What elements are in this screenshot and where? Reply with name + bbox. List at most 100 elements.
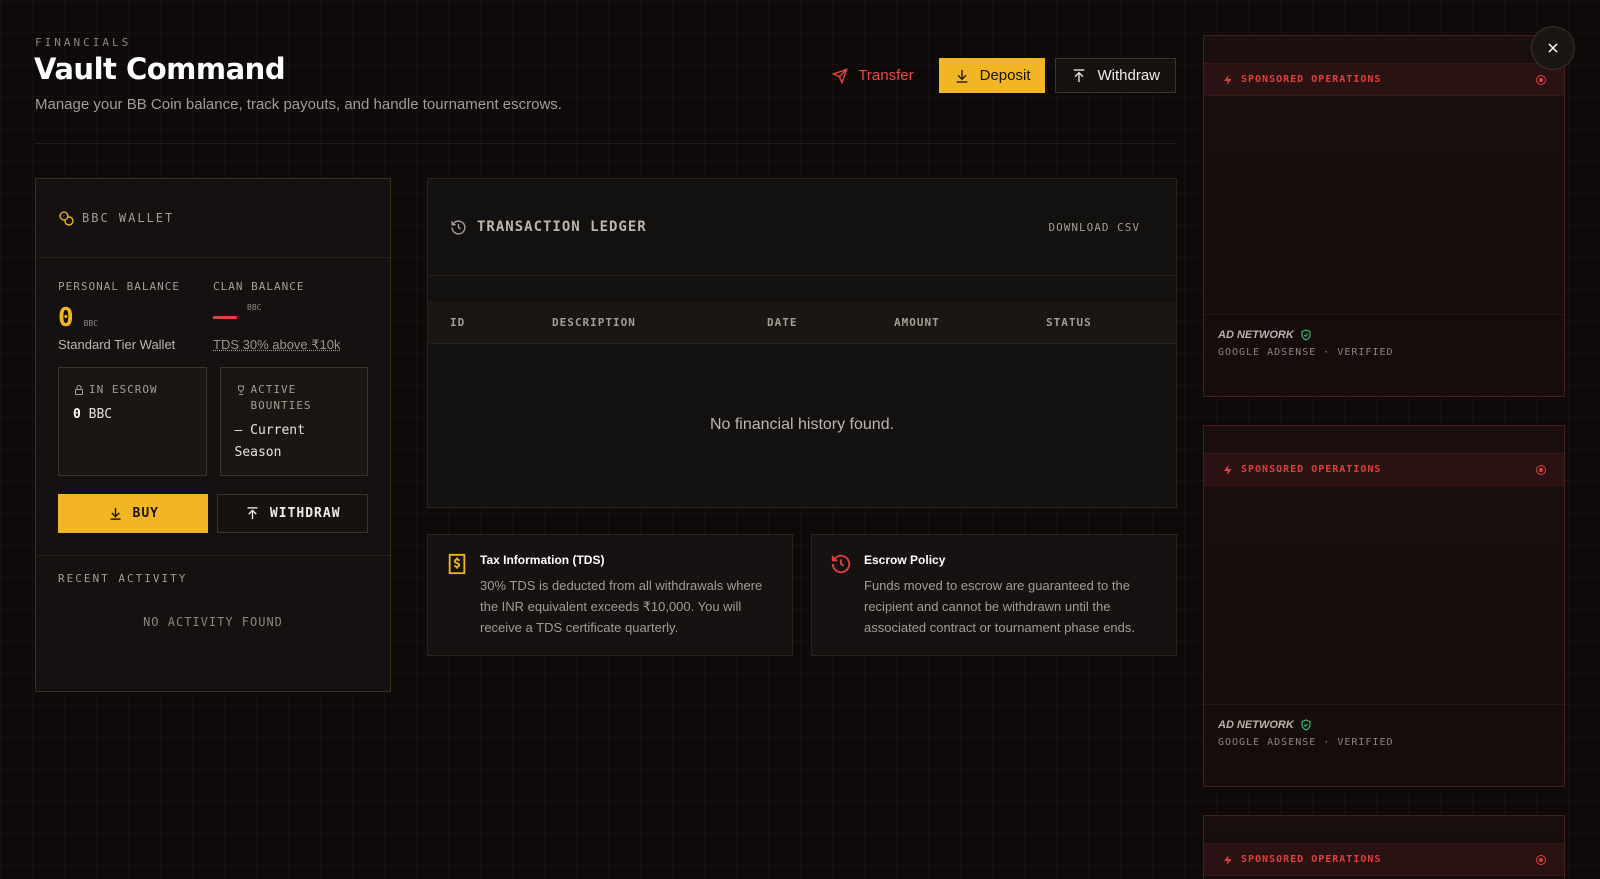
wallet-withdraw-button[interactable]: WITHDRAW [217,494,368,533]
wallet-header: BBC WALLET [36,179,390,258]
sponsored-ad-1[interactable]: SPONSORED OPERATIONS AD NETWORK GOOGLE A… [1203,35,1565,397]
ad-label: SPONSORED OPERATIONS [1241,464,1382,475]
ad-header: SPONSORED OPERATIONS [1204,843,1564,876]
coins-icon [59,211,74,226]
ad-footer: AD NETWORK GOOGLE ADSENSE · VERIFIED [1218,329,1394,358]
wallet-title: BBC WALLET [82,211,175,225]
column-date[interactable]: DATE [767,316,798,329]
wallet-stats: IN ESCROW 0 BBC ACTIVE BOUNTIES — Curren… [36,353,390,476]
bounties-stat-caption: ACTIVE BOUNTIES [235,382,354,414]
close-button[interactable] [1531,26,1575,70]
column-status[interactable]: STATUS [1046,316,1092,329]
escrow-policy-body: Funds moved to escrow are guaranteed to … [864,578,1135,635]
personal-balance: PERSONAL BALANCE 0 BBC Standard Tier Wal… [58,280,213,353]
page-title: Vault Command [34,52,286,86]
sponsored-ad-3[interactable]: SPONSORED OPERATIONS [1203,815,1565,879]
shield-check-icon [1301,329,1311,341]
tax-info-body: 30% TDS is deducted from all withdrawals… [480,578,763,635]
clan-balance-unit: BBC [247,303,262,312]
ad-network: AD NETWORK [1218,719,1294,731]
wallet-tier-note: Standard Tier Wallet [58,337,176,352]
clan-balance: CLAN BALANCE BBC TDS 30% above ₹10k [213,280,368,353]
upload-icon [247,507,258,520]
send-icon [832,67,849,84]
column-description[interactable]: DESCRIPTION [552,316,636,329]
ad-divider [1204,704,1564,705]
trophy-icon [237,385,244,395]
history-icon [831,554,851,574]
download-icon [956,69,967,83]
header-divider [34,143,1176,144]
deposit-button[interactable]: Deposit [938,58,1046,93]
history-icon [451,219,466,235]
withdraw-button[interactable]: Withdraw [1055,58,1176,93]
close-icon [1548,43,1558,53]
ad-network: AD NETWORK [1218,329,1294,341]
wallet-card: BBC WALLET PERSONAL BALANCE 0 BBC Standa… [35,178,391,692]
ledger-empty-state: No financial history found. [709,416,895,433]
recent-activity: RECENT ACTIVITY NO ACTIVITY FOUND [36,556,390,645]
ledger-title: TRANSACTION LEDGER [477,219,647,235]
ledger-table-header: ID DESCRIPTION DATE AMOUNT STATUS [428,302,1176,344]
ad-label: SPONSORED OPERATIONS [1241,74,1382,85]
bounties-stat: ACTIVE BOUNTIES — Current Season [219,367,368,476]
lightning-icon [1224,464,1232,475]
lightning-icon [1224,854,1232,865]
recent-activity-label: RECENT ACTIVITY [58,572,188,585]
column-id[interactable]: ID [450,316,465,329]
escrow-unit: BBC [88,407,113,422]
header-actions: Transfer Deposit Withdraw [817,58,1176,93]
download-icon [110,507,120,520]
column-amount[interactable]: AMOUNT [894,316,940,329]
ad-source: GOOGLE ADSENSE · VERIFIED [1218,347,1394,358]
bounties-label: ACTIVE BOUNTIES [250,383,312,412]
escrow-value-row: 0 BBC [73,404,192,426]
ad-header: SPONSORED OPERATIONS [1204,63,1564,96]
clan-balance-value-row: BBC [213,303,368,331]
balances-row: PERSONAL BALANCE 0 BBC Standard Tier Wal… [36,258,390,353]
shield-check-icon [1301,719,1311,731]
ad-label: SPONSORED OPERATIONS [1241,854,1382,865]
tax-info-card: Tax Information (TDS) 30% TDS is deducte… [427,534,793,656]
tds-note[interactable]: TDS 30% above ₹10k [213,337,368,353]
ledger-header: TRANSACTION LEDGER DOWNLOAD CSV [428,179,1176,276]
buy-label: BUY [132,506,159,521]
transaction-ledger: TRANSACTION LEDGER DOWNLOAD CSV ID DESCR… [427,178,1177,508]
lock-icon [75,385,83,395]
recent-activity-empty: NO ACTIVITY FOUND [143,615,283,629]
clan-balance-dash [213,315,237,319]
escrow-stat: IN ESCROW 0 BBC [58,367,207,476]
wallet-buttons: BUY WITHDRAW [36,476,390,556]
personal-balance-value: 0 [58,303,74,333]
escrow-value: 0 [73,407,81,422]
ad-network-row: AD NETWORK [1218,719,1394,731]
upload-icon [1074,68,1085,82]
ledger-title-group: TRANSACTION LEDGER [450,219,647,236]
escrow-label: IN ESCROW [89,383,158,396]
escrow-policy-card: Escrow Policy Funds moved to escrow are … [811,534,1177,656]
wallet-withdraw-label: WITHDRAW [269,506,341,521]
transfer-label: Transfer [858,67,914,84]
receipt-dollar-icon [448,553,466,575]
download-csv-button[interactable]: DOWNLOAD CSV [1049,221,1140,234]
ad-status-icon [1536,464,1546,475]
page-eyebrow: FINANCIALS [35,36,132,49]
ad-footer: AD NETWORK GOOGLE ADSENSE · VERIFIED [1218,719,1394,748]
deposit-label: Deposit [979,67,1031,84]
escrow-policy-title: Escrow Policy [864,553,946,567]
tax-info-title: Tax Information (TDS) [480,553,605,567]
ad-source: GOOGLE ADSENSE · VERIFIED [1218,737,1394,748]
ad-divider [1204,314,1564,315]
bounties-value: — Current Season [234,423,305,460]
page-subtitle: Manage your BB Coin balance, track payou… [35,96,562,113]
transfer-button[interactable]: Transfer [817,58,928,93]
sponsored-ad-2[interactable]: SPONSORED OPERATIONS AD NETWORK GOOGLE A… [1203,425,1565,787]
withdraw-label: Withdraw [1097,67,1160,84]
personal-balance-value-row: 0 BBC [58,303,213,333]
buy-button[interactable]: BUY [58,494,209,533]
lightning-icon [1224,74,1232,85]
clan-balance-label: CLAN BALANCE [213,280,305,293]
ad-status-icon [1536,854,1546,865]
ad-network-row: AD NETWORK [1218,329,1394,341]
personal-balance-unit: BBC [83,319,99,328]
